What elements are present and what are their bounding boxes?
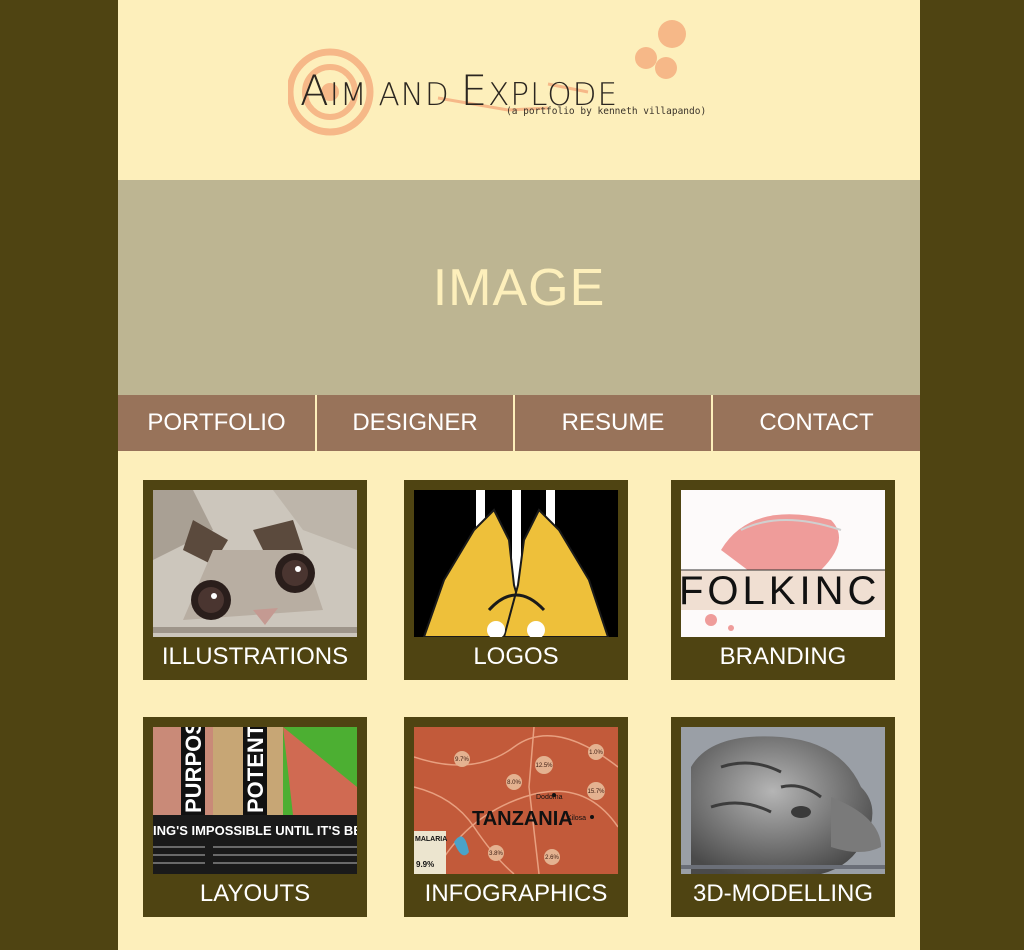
- gallery-card-3d-modelling[interactable]: 3D-MODELLING: [671, 717, 895, 917]
- nav-item-resume[interactable]: RESUME: [513, 395, 711, 451]
- infographics-thumbnail: 9.7% 12.5% 1.0% 8.0% 15.7% 3.8% 2.6% TAN…: [414, 727, 618, 874]
- gallery-card-branding[interactable]: FOLKINC BRANDING: [671, 480, 895, 680]
- logo-subtitle: (a portfolio by kenneth villapando): [506, 106, 707, 117]
- map-bubble-label: 2.6%: [545, 855, 559, 861]
- map-bubble-label: 15.7%: [587, 789, 605, 795]
- 3d-modelling-thumbnail: [681, 727, 885, 874]
- logo-title-initial-a: A: [300, 66, 330, 115]
- gallery-card-infographics[interactable]: 9.7% 12.5% 1.0% 8.0% 15.7% 3.8% 2.6% TAN…: [404, 717, 628, 917]
- map-bubble-label: 1.0%: [589, 750, 603, 756]
- card-label: BRANDING: [719, 643, 847, 670]
- map-bubble-label: 9.7%: [455, 757, 469, 763]
- card-label: LOGOS: [473, 643, 559, 670]
- map-bubble-label: 12.5%: [535, 763, 553, 769]
- infographics-thumb-title: TANZANIA: [472, 808, 573, 830]
- site-logo[interactable]: AIM AND EXPLODE (a portfolio by kenneth …: [288, 18, 748, 138]
- card-label: INFOGRAPHICS: [424, 880, 608, 907]
- logos-thumbnail: [414, 490, 618, 637]
- map-bubble-label: 8.0%: [507, 780, 521, 786]
- gallery-card-illustrations[interactable]: ILLUSTRATIONS: [143, 480, 367, 680]
- hero-placeholder-text: IMAGE: [432, 258, 606, 317]
- card-label: 3D-MODELLING: [692, 880, 874, 907]
- layouts-thumb-word-purpose: PURPOS: [181, 727, 206, 813]
- illustrations-thumbnail: [153, 490, 357, 637]
- page-container: AIM AND EXPLODE (a portfolio by kenneth …: [118, 0, 920, 950]
- map-city-kilosa: Kilosa: [567, 815, 586, 822]
- layouts-thumb-headline: ING'S IMPOSSIBLE UNTIL IT'S BEEN I: [153, 823, 357, 838]
- map-city-dodoma: Dodoma: [536, 794, 563, 801]
- card-label: ILLUSTRATIONS: [161, 643, 349, 670]
- branding-thumbnail: FOLKINC: [681, 490, 885, 637]
- layouts-thumb-word-potential: POTENT: [243, 727, 268, 813]
- card-label: LAYOUTS: [199, 880, 311, 907]
- main-nav: PORTFOLIO DESIGNER RESUME CONTACT: [118, 395, 920, 451]
- logo-title-initial-e: E: [460, 66, 489, 115]
- site-header: AIM AND EXPLODE (a portfolio by kenneth …: [118, 0, 920, 180]
- gallery-card-logos[interactable]: LOGOS: [404, 480, 628, 680]
- map-legend-value: 9.9%: [416, 860, 434, 869]
- branding-thumb-text: FOLKINC: [681, 569, 880, 613]
- nav-item-portfolio[interactable]: PORTFOLIO: [118, 395, 315, 451]
- map-bubble-label: 3.8%: [489, 851, 503, 857]
- nav-item-contact[interactable]: CONTACT: [711, 395, 920, 451]
- logo-title-part-aim: IM AND: [329, 77, 461, 113]
- map-legend-title: MALARIA: [415, 836, 447, 843]
- hero-banner: IMAGE: [118, 180, 920, 395]
- nav-item-designer[interactable]: DESIGNER: [315, 395, 513, 451]
- layouts-thumbnail: PURPOS POTENT ING'S IMPOSSIBLE UNTIL IT'…: [153, 727, 357, 874]
- gallery-card-layouts[interactable]: PURPOS POTENT ING'S IMPOSSIBLE UNTIL IT'…: [143, 717, 367, 917]
